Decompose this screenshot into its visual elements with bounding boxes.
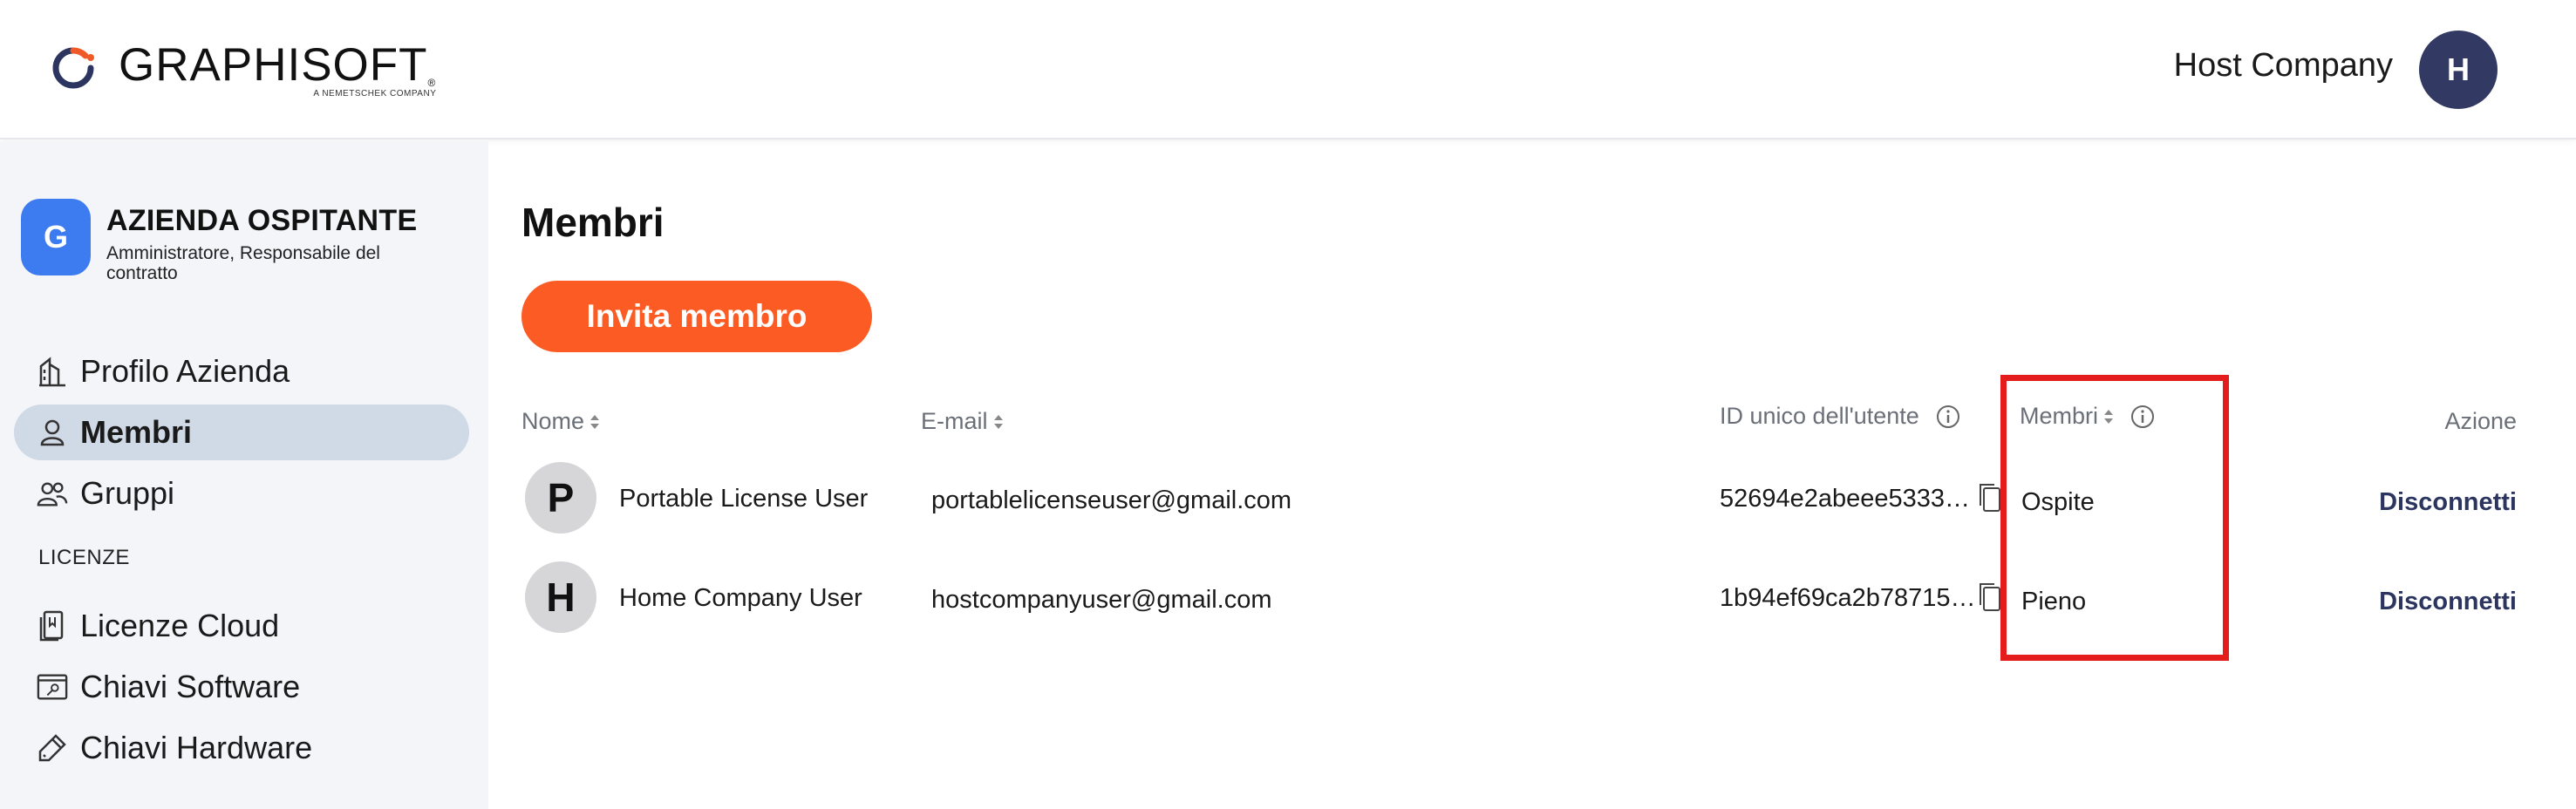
member-email: portablelicenseuser@gmail.com	[931, 486, 1292, 514]
sidebar-item-label: Profilo Azienda	[80, 353, 290, 389]
disconnect-link[interactable]: Disconnetti	[2379, 488, 2517, 517]
page-title: Membri	[521, 200, 664, 245]
column-header-email[interactable]: E-mail	[921, 408, 1004, 435]
column-header-label: Nome	[521, 408, 585, 434]
sidebar-item-licenze-cloud[interactable]: Licenze Cloud	[14, 598, 469, 654]
sidebar-item-gruppi[interactable]: Gruppi	[14, 466, 469, 521]
info-icon[interactable]	[1935, 404, 1961, 430]
member-unique-id: 52694e2abeee5333…	[1720, 485, 1971, 513]
column-header-label: ID unico dell'utente	[1720, 403, 1919, 429]
sidebar-item-label: Chiavi Software	[80, 669, 301, 704]
membership-column-highlight	[2000, 375, 2229, 661]
organization-name: AZIENDA OSPITANTE	[106, 204, 418, 237]
graphisoft-logo-icon	[52, 47, 94, 89]
member-avatar: H	[525, 561, 596, 633]
building-icon	[37, 356, 68, 387]
member-unique-id: 1b94ef69ca2b78715…	[1720, 584, 1976, 612]
member-avatar: P	[525, 462, 596, 534]
member-name: Portable License User	[619, 485, 869, 513]
column-header-action: Azione	[2444, 408, 2517, 435]
graphisoft-logo[interactable]: GRAPHISOFT® A NEMETSCHEK COMPANY	[51, 42, 436, 103]
sort-icon	[993, 414, 1003, 429]
top-bar: GRAPHISOFT® A NEMETSCHEK COMPANY Host Co…	[0, 0, 2576, 139]
member-email: hostcompanyuser@gmail.com	[931, 586, 1272, 614]
sidebar-item-membri[interactable]: Membri	[14, 404, 469, 460]
sidebar-item-label: Membri	[80, 414, 193, 450]
sidebar-item-label: Gruppi	[80, 475, 175, 511]
brand-subtitle: A NEMETSCHEK COMPANY	[313, 89, 437, 99]
sort-icon	[590, 414, 600, 429]
copy-icon[interactable]	[1976, 581, 2002, 614]
column-header-unique-id: ID unico dell'utente	[1720, 403, 1961, 430]
sidebar: G AZIENDA OSPITANTE Amministratore, Resp…	[0, 141, 488, 809]
column-header-label: E-mail	[921, 408, 988, 434]
licenses-section-label: LICENZE	[38, 546, 130, 569]
column-header-label: Azione	[2444, 408, 2517, 434]
brand-registered-mark: ®	[427, 77, 437, 89]
column-header-name[interactable]: Nome	[521, 408, 600, 435]
user-avatar[interactable]: H	[2419, 31, 2498, 109]
sidebar-item-chiavi-hardware[interactable]: Chiavi Hardware	[14, 720, 469, 776]
brand-name: GRAPHISOFT	[119, 39, 428, 91]
main-content: Membri Invita membro Nome E-mail ID unic…	[521, 141, 2576, 809]
sidebar-item-label: Licenze Cloud	[80, 608, 280, 643]
group-icon	[37, 478, 68, 509]
hardware-key-icon	[37, 732, 68, 764]
organization-avatar: G	[21, 199, 91, 275]
copy-icon[interactable]	[1976, 481, 2002, 514]
invite-member-button[interactable]: Invita membro	[521, 281, 872, 352]
person-icon	[37, 417, 68, 448]
company-switcher[interactable]: Host Company	[2174, 47, 2393, 85]
sidebar-item-chiavi-software[interactable]: Chiavi Software	[14, 659, 469, 715]
software-key-icon	[37, 671, 68, 703]
disconnect-link[interactable]: Disconnetti	[2379, 588, 2517, 616]
sidebar-item-profilo-azienda[interactable]: Profilo Azienda	[14, 343, 469, 399]
organization-role: Amministratore, Responsabile del contrat…	[106, 243, 380, 284]
cloud-license-icon	[37, 610, 68, 642]
sidebar-item-label: Chiavi Hardware	[80, 730, 313, 765]
member-name: Home Company User	[619, 584, 862, 612]
organization-card: G AZIENDA OSPITANTE Amministratore, Resp…	[21, 199, 455, 283]
